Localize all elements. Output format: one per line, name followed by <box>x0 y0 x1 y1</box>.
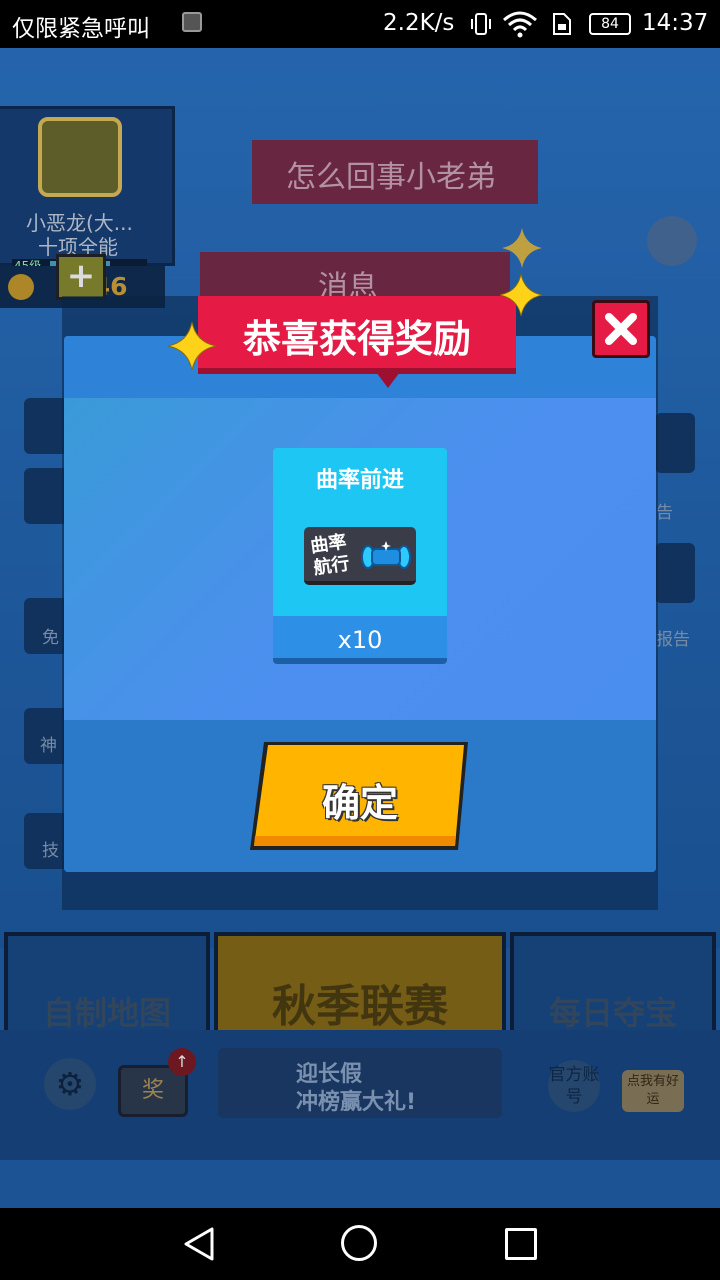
reward-card-bottom: x10 <box>273 616 447 664</box>
navigation-bar <box>0 1208 720 1280</box>
reward-item-card: 曲率前进 曲率航行 x10 <box>273 448 447 670</box>
dialog-title-banner: 恭喜获得奖励 <box>198 296 516 374</box>
clock: 14:37 <box>642 10 709 36</box>
status-bar: 仅限紧急呼叫 2.2K/s 84 14:37 <box>0 0 720 48</box>
sparkle-star-icon <box>502 228 542 268</box>
close-icon <box>605 313 637 345</box>
back-icon[interactable] <box>182 1226 218 1262</box>
vibrate-icon <box>471 13 491 35</box>
item-icon-text: 曲率航行 <box>309 531 351 579</box>
title-banner-tail <box>376 372 400 388</box>
battery-indicator: 84 <box>589 13 631 35</box>
image-notification-icon <box>182 12 202 32</box>
reward-card-top: 曲率前进 曲率航行 <box>273 448 447 618</box>
home-icon[interactable] <box>341 1225 377 1261</box>
sparkle-star-icon <box>168 322 216 370</box>
reward-count: x10 <box>337 626 383 654</box>
dialog-title: 恭喜获得奖励 <box>242 317 471 361</box>
network-speed: 2.2K/s <box>383 10 455 36</box>
carrier-text: 仅限紧急呼叫 <box>12 16 150 42</box>
engine-icon <box>361 541 411 569</box>
confirm-button[interactable]: 确定 <box>250 740 470 852</box>
warp-drive-item-icon: 曲率航行 <box>304 527 416 585</box>
sparkle-star-icon <box>500 274 542 316</box>
sim-icon <box>553 13 571 35</box>
close-button[interactable] <box>592 300 650 358</box>
confirm-label: 确定 <box>321 781 398 825</box>
wifi-icon <box>503 11 537 38</box>
reward-name: 曲率前进 <box>315 468 404 493</box>
recent-apps-icon[interactable] <box>505 1228 537 1260</box>
